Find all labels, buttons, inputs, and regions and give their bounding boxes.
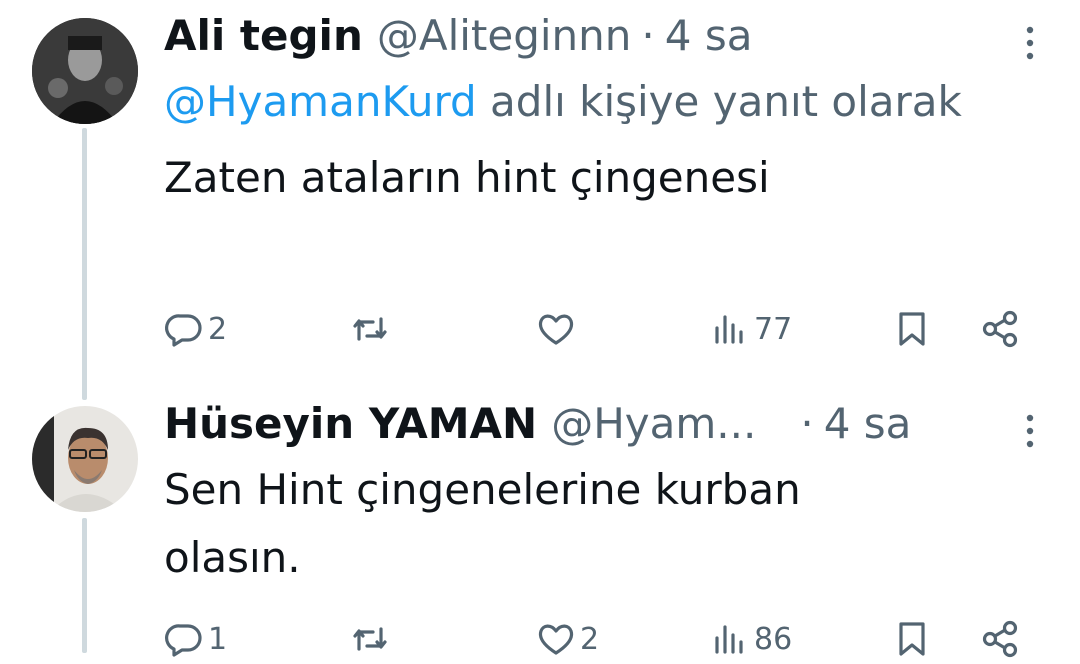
comment-bubble-icon [165, 624, 202, 657]
tweet-text: Sen Hint çingenelerine kurban olasın. [164, 465, 801, 582]
share-icon [982, 310, 1018, 348]
thread-line [82, 518, 87, 653]
tweet[interactable]: Ali tegin @Aliteginnn · 4 sa @HyamanKurd… [164, 6, 1040, 212]
separator-dot: · [641, 11, 655, 60]
bookmark-icon [899, 622, 925, 656]
mention-link[interactable]: @HyamanKurd [164, 77, 477, 126]
like-button[interactable] [536, 304, 580, 354]
views-button[interactable]: 86 [710, 614, 792, 664]
user-handle[interactable]: @Hyam... [551, 394, 756, 454]
bookmark-button[interactable] [892, 304, 932, 354]
view-count: 77 [754, 311, 793, 347]
avatar[interactable] [32, 406, 138, 512]
bookmark-button[interactable] [892, 614, 932, 664]
bar-chart-icon [715, 625, 743, 654]
reply-count: 1 [208, 621, 228, 657]
display-name[interactable]: Ali tegin [164, 6, 363, 66]
share-button[interactable] [980, 304, 1020, 354]
tweet[interactable]: Hüseyin YAMAN @Hyam... · 4 sa Sen Hint ç… [164, 394, 1040, 592]
retweet-button[interactable] [350, 304, 394, 354]
tweet-text: Zaten ataların hint çingenesi [164, 153, 770, 202]
comment-bubble-icon [165, 314, 202, 347]
like-count: 2 [580, 621, 600, 657]
reply-count: 2 [208, 311, 228, 347]
avatar[interactable] [32, 18, 138, 124]
heart-icon [538, 314, 574, 345]
retweet-icon [353, 627, 387, 651]
views-button[interactable]: 77 [710, 304, 792, 354]
vertical-dots-icon[interactable] [1020, 24, 1040, 64]
user-handle[interactable]: @Aliteginnn [377, 6, 632, 66]
heart-icon [538, 624, 574, 655]
display-name[interactable]: Hüseyin YAMAN [164, 394, 537, 454]
separator-dot: · [800, 399, 814, 448]
tweet-header: Ali tegin @Aliteginnn · 4 sa [164, 6, 1040, 66]
action-bar: 1 2 86 [164, 614, 1040, 664]
timestamp[interactable]: 4 sa [665, 6, 753, 66]
tweet-header: Hüseyin YAMAN @Hyam... · 4 sa [164, 394, 1040, 454]
action-bar: 2 77 [164, 304, 1040, 354]
reply-context-label: adlı kişiye yanıt olarak [476, 77, 962, 126]
share-button[interactable] [980, 614, 1020, 664]
share-icon [982, 620, 1018, 658]
bar-chart-icon [715, 315, 743, 344]
reply-context: @HyamanKurd adlı kişiye yanıt olarak [164, 68, 1040, 136]
retweet-button[interactable] [350, 614, 394, 664]
view-count: 86 [754, 621, 793, 657]
bookmark-icon [899, 312, 925, 346]
like-button[interactable]: 2 [536, 614, 599, 664]
thread-line [82, 128, 87, 400]
reply-button[interactable]: 1 [164, 614, 227, 664]
vertical-dots-icon[interactable] [1020, 412, 1040, 452]
reply-button[interactable]: 2 [164, 304, 227, 354]
retweet-icon [353, 317, 387, 341]
timestamp[interactable]: 4 sa [824, 394, 912, 454]
